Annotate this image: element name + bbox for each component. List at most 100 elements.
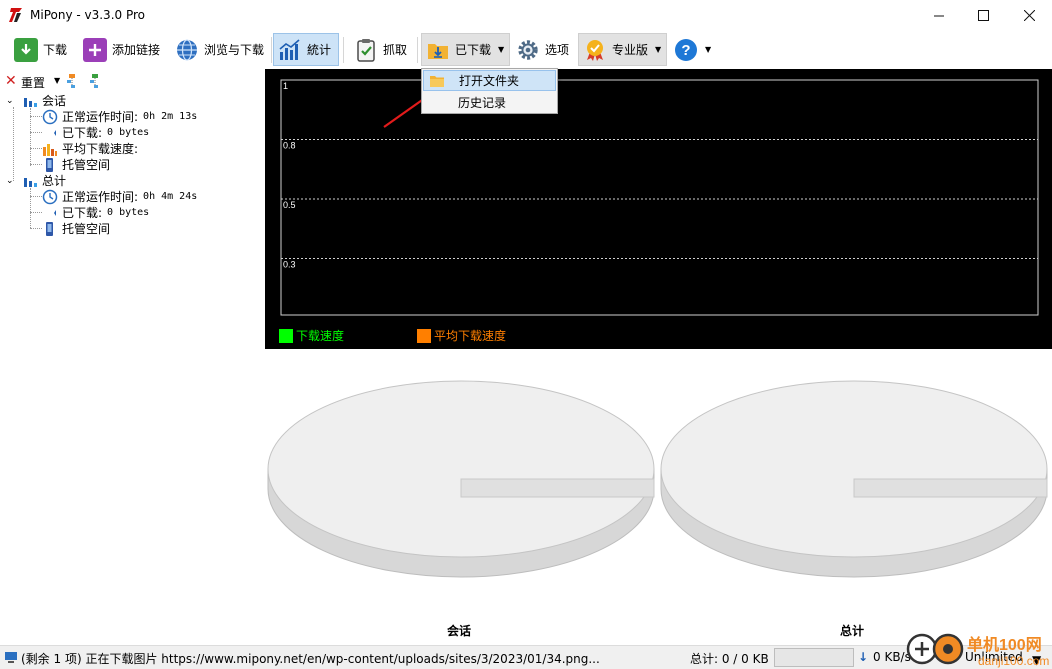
phone-storage-icon <box>46 221 53 236</box>
minimize-icon <box>934 15 944 16</box>
hosting-label: 托管空间 <box>62 158 111 172</box>
pie-charts-area: 会话 总计 <box>265 349 1052 644</box>
mipony-logo-icon <box>9 8 22 22</box>
menu-item-open-folder[interactable]: 打开文件夹 <box>423 70 556 91</box>
download-arrow-icon <box>14 37 38 62</box>
downloaded-label: 已下载: <box>62 126 103 140</box>
arrow-left-icon <box>54 129 56 136</box>
legend-label: 平均下载速度 <box>434 329 507 343</box>
tree-item-total-downloaded[interactable]: 已下载: 0 bytes <box>42 204 149 221</box>
uptime-label: 正常运作时间: <box>62 190 139 204</box>
arrow-left-icon <box>54 209 56 216</box>
download-label: 下载 <box>43 43 68 57</box>
monitor-icon <box>5 652 17 663</box>
session-label: 会话 <box>42 94 67 108</box>
options-button[interactable]: 选项 <box>512 33 573 66</box>
grab-label: 抓取 <box>383 43 408 57</box>
help-button[interactable]: ? ▼ <box>670 33 715 66</box>
maximize-icon <box>977 10 989 21</box>
stats-tree-panel: ✕ 重置 ▼ ⌄ 会话 正常运作时间: 0h 2m 13s 已下载: 0 byt… <box>0 69 265 644</box>
tree-connector <box>13 107 14 181</box>
browse-download-button[interactable]: 浏览与下载 <box>171 33 268 66</box>
status-message: (剩余 1 项) 正在下载图片 https://www.mipony.net/e… <box>21 652 600 666</box>
chevron-down-icon[interactable]: ⌄ <box>6 96 18 106</box>
avg-speed-label: 平均下载速度: <box>62 142 139 156</box>
chevron-down-icon: ▼ <box>498 45 505 54</box>
stats-button[interactable]: 統计 <box>273 33 339 66</box>
reset-x-icon: ✕ <box>5 73 17 89</box>
close-button[interactable] <box>1006 0 1052 31</box>
tree-connector <box>30 116 42 117</box>
history-blank-icon <box>428 96 444 110</box>
bar-chart-icon <box>24 177 37 187</box>
open-folder-label: 打开文件夹 <box>459 74 520 88</box>
pro-label: 专业版 <box>612 43 649 57</box>
folder-download-icon <box>426 38 450 62</box>
total-pie-label: 总计 <box>840 624 865 638</box>
downloaded-value: 0 bytes <box>107 127 150 138</box>
total-pie <box>660 380 1048 578</box>
downloaded-label: 已下载: <box>62 206 103 220</box>
session-pie-label: 会话 <box>447 624 472 638</box>
tree-item-session-uptime[interactable]: 正常运作时间: 0h 2m 13s <box>42 108 197 125</box>
tree-item-session-hosting[interactable]: 托管空间 <box>42 156 110 173</box>
progress-box <box>774 648 854 667</box>
uptime-label: 正常运作时间: <box>62 110 139 124</box>
tree-connector <box>30 132 42 133</box>
tree-node-session[interactable]: ⌄ 会话 <box>6 92 66 109</box>
pie-charts <box>267 380 1048 578</box>
chevron-down-icon[interactable]: ▼ <box>54 76 60 85</box>
plus-icon <box>83 37 107 62</box>
uptime-value: 0h 4m 24s <box>143 191 198 202</box>
legend-label: 下载速度 <box>296 329 345 343</box>
legend-swatch <box>417 328 431 343</box>
status-bar: (剩余 1 项) 正在下载图片 https://www.mipony.net/e… <box>0 645 1052 669</box>
y-tick-label: 0.8 <box>283 141 296 151</box>
pro-version-button[interactable]: 专业版 ▼ <box>578 33 667 66</box>
window-title: MiPony - v3.3.0 Pro <box>30 8 145 22</box>
total-label: 总计 <box>42 174 67 188</box>
globe-icon <box>175 38 199 62</box>
tree-node-total[interactable]: ⌄ 总计 <box>6 172 66 189</box>
expand-tree-icon[interactable] <box>65 73 79 89</box>
phone-storage-icon <box>46 157 53 172</box>
main-toolbar: 下载 添加链接 浏览与下载 統计 抓取 已下载 ▼ 选项 专业版 ▼ ? ▼ <box>0 31 1052 69</box>
downloaded-dropdown-button[interactable]: 已下载 ▼ <box>421 33 510 66</box>
options-label: 选项 <box>545 43 570 57</box>
chevron-down-icon[interactable]: ⌄ <box>6 176 18 186</box>
reset-button[interactable]: 重置 <box>21 74 45 91</box>
y-tick-label: 0.5 <box>283 200 296 210</box>
browse-download-label: 浏览与下载 <box>204 43 265 57</box>
tree-connector <box>30 164 42 165</box>
tree-connector <box>30 212 42 213</box>
legend-avg-download-speed: 平均下载速度 <box>417 327 506 344</box>
download-button[interactable]: 下载 <box>10 33 71 66</box>
menu-item-history[interactable]: 历史记录 <box>423 92 556 113</box>
tree-item-total-uptime[interactable]: 正常运作时间: 0h 4m 24s <box>42 188 197 205</box>
clock-icon <box>42 109 58 124</box>
downloaded-value: 0 bytes <box>107 207 150 218</box>
collapse-tree-icon[interactable] <box>88 73 102 89</box>
tree-connector <box>30 228 42 229</box>
add-link-label: 添加链接 <box>112 43 161 57</box>
add-link-button[interactable]: 添加链接 <box>79 33 164 66</box>
hosting-label: 托管空间 <box>62 222 111 236</box>
bar-chart-icon <box>24 97 37 107</box>
toolbar-separator <box>343 37 344 63</box>
tree-item-total-hosting[interactable]: 托管空间 <box>42 220 110 237</box>
grab-button[interactable]: 抓取 <box>350 33 411 66</box>
tree-item-session-avg-speed[interactable]: 平均下载速度: <box>42 140 138 157</box>
status-total: 总计: 0 / 0 KB <box>690 652 769 666</box>
watermark-text: 单机100网 <box>967 635 1042 654</box>
toolbar-separator <box>417 37 418 63</box>
maximize-button[interactable] <box>960 0 1006 31</box>
y-tick-label: 1 <box>283 81 288 91</box>
watermark-url: danji100.com <box>978 654 1049 668</box>
toolbar-separator <box>271 37 272 63</box>
tree-item-session-downloaded[interactable]: 已下载: 0 bytes <box>42 124 149 141</box>
minimize-button[interactable] <box>916 0 962 31</box>
uptime-value: 0h 2m 13s <box>143 111 198 122</box>
svg-text:?: ? <box>681 42 690 59</box>
y-tick-label: 0.3 <box>283 260 296 270</box>
tree-connector <box>30 148 42 149</box>
